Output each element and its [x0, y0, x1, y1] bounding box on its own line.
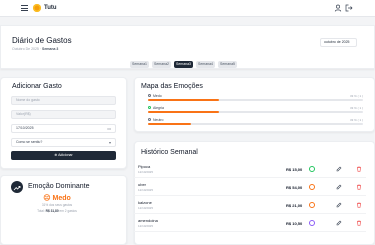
- emotion-percent: 33 % ( 1 ): [349, 118, 363, 122]
- emotion-label: Medo: [153, 94, 162, 98]
- total-prefix: Total:: [37, 209, 45, 213]
- expense-date-value: 17/10/2025: [16, 126, 34, 130]
- emotion-face-icon: [309, 220, 315, 226]
- dominant-emotion-title: Emoção Dominante: [28, 183, 90, 190]
- emotion-bar-track: [148, 111, 363, 113]
- history-item-name: uber: [138, 182, 147, 187]
- header-card: Diário de Gastos Outubro De 2025 · Seman…: [0, 25, 375, 69]
- history-item-date: 12/10/2025: [138, 206, 154, 210]
- trend-icon: [11, 181, 23, 193]
- add-expense-button[interactable]: ⊕ Adicionar: [11, 151, 116, 160]
- chevron-down-icon: ▾: [108, 140, 111, 145]
- total-suffix: em 2 gastos: [59, 209, 77, 213]
- edit-icon[interactable]: [336, 166, 342, 172]
- trash-icon[interactable]: [356, 220, 362, 226]
- emotion-bar-fill: [148, 123, 191, 125]
- emotion-bar-track: [148, 99, 363, 101]
- emotion-percent: 33 % ( 1 ): [349, 106, 363, 110]
- emotion-bar-fill: [148, 99, 219, 101]
- tab-semana5[interactable]: Semana5: [218, 61, 237, 68]
- emotion-label: Neutro: [153, 118, 164, 122]
- tab-semana1[interactable]: Semana1: [130, 61, 149, 68]
- dominant-emotion-caption: 31% dos seus gastos: [41, 203, 73, 207]
- trash-icon[interactable]: [356, 202, 362, 208]
- expense-value-input[interactable]: Valor(R$): [11, 110, 116, 119]
- trash-icon[interactable]: [356, 166, 362, 172]
- emotion-percent: 33 % ( 1 ): [349, 94, 363, 98]
- page-title: Diário de Gastos: [12, 36, 72, 45]
- top-bar: Tutu: [0, 0, 375, 17]
- subtitle-month: Outubro De 2025 ·: [12, 47, 41, 51]
- history-item-amount: R$ 21,00: [286, 203, 303, 208]
- emotion-bar-fill: [148, 111, 219, 113]
- subtitle-week: Semana 3: [41, 47, 59, 51]
- tab-semana3[interactable]: Semana3: [174, 61, 193, 68]
- history-row: Pipoca 12/10/2025 R$ 15,00: [134, 162, 366, 178]
- week-tabs: Semana1 Semana2 Semana3 Semana4 Semana5: [130, 61, 237, 68]
- edit-icon[interactable]: [336, 202, 342, 208]
- emotion-face-icon: [309, 166, 315, 172]
- history-item-name: kalzone: [138, 200, 152, 205]
- emotion-face-icon: [309, 184, 315, 190]
- dominant-emotion-total: Total: R$ 31,80 em 2 gastos: [0, 209, 114, 213]
- edit-icon[interactable]: [336, 220, 342, 226]
- logout-icon[interactable]: [345, 4, 353, 12]
- history-row: uber 12/10/2025 R$ 54,00: [134, 180, 366, 196]
- history-item-date: 12/10/2025: [138, 188, 154, 192]
- history-item-date: 12/10/2025: [138, 224, 154, 228]
- history-row: amendoina 12/10/2025 R$ 10,50: [134, 216, 366, 232]
- dominant-emotion-label: Medo: [52, 195, 71, 202]
- emotion-alegria-icon: [148, 106, 151, 109]
- add-expense-button-label: Adicionar: [58, 153, 73, 157]
- emotion-medo-icon: [148, 94, 151, 97]
- calendar-icon[interactable]: ▭: [107, 125, 111, 132]
- emotion-neutro-icon: [148, 118, 151, 121]
- total-value: R$ 31,80: [45, 209, 59, 213]
- expense-name-input[interactable]: Nome do gasto: [11, 96, 116, 105]
- dominant-emotion-value: ☹ Medo: [0, 195, 114, 203]
- add-expense-title: Adicionar Gasto: [12, 83, 62, 90]
- emotion-bar-track: [148, 123, 363, 125]
- history-row: kalzone 12/10/2025 R$ 21,00: [134, 198, 366, 214]
- history-item-name: Pipoca: [138, 164, 151, 169]
- history-item-amount: R$ 15,00: [286, 167, 303, 172]
- user-icon[interactable]: [334, 4, 342, 12]
- page-subtitle: Outubro De 2025 · Semana 3: [12, 47, 58, 51]
- emotion-map-title: Mapa das Emoções: [141, 83, 203, 90]
- history-item-name: amendoina: [138, 218, 158, 223]
- history-item-amount: R$ 10,50: [286, 221, 303, 226]
- weekly-history-title: Histórico Semanal: [141, 149, 198, 156]
- history-item-amount: R$ 54,00: [286, 185, 303, 190]
- edit-icon[interactable]: [336, 184, 342, 190]
- tab-semana4[interactable]: Semana4: [196, 61, 215, 68]
- feeling-select-label: Como se sentiu?: [16, 140, 43, 144]
- month-picker[interactable]: outubro de 2025: [320, 38, 357, 47]
- logo-icon: [33, 4, 41, 12]
- history-item-date: 12/10/2025: [138, 170, 154, 174]
- expense-date-input[interactable]: 17/10/2025 ▭: [11, 124, 116, 133]
- feeling-select[interactable]: Como se sentiu? ▾: [11, 138, 116, 147]
- emotion-label: Alegria: [153, 106, 164, 110]
- menu-icon[interactable]: [21, 5, 28, 11]
- app-title: Tutu: [44, 5, 57, 11]
- tab-semana2[interactable]: Semana2: [152, 61, 171, 68]
- emotion-face-icon: [309, 202, 315, 208]
- trash-icon[interactable]: [356, 184, 362, 190]
